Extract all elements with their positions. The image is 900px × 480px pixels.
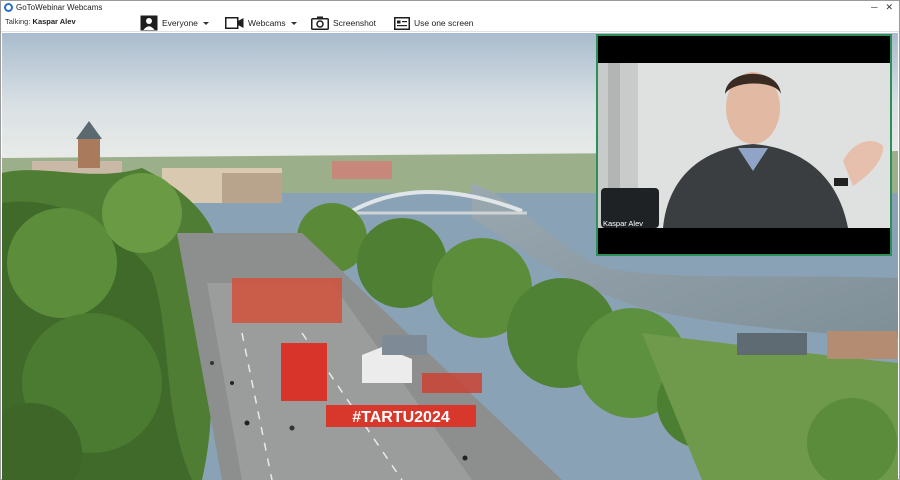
talking-indicator: Talking: Kaspar Alev <box>5 17 76 26</box>
red-container <box>281 343 327 401</box>
talking-name: Kaspar Alev <box>32 17 76 26</box>
banner-text: #TARTU2024 <box>352 409 450 426</box>
window-controls: ─ ✕ <box>871 1 893 14</box>
audience-dropdown[interactable]: Everyone <box>140 14 209 32</box>
presenter-name: Kaspar Alev <box>603 219 644 228</box>
audience-label: Everyone <box>162 18 198 28</box>
webcams-dropdown[interactable]: Webcams <box>225 14 297 32</box>
one-screen-label: Use one screen <box>414 18 474 28</box>
close-icon[interactable]: ✕ <box>885 1 893 14</box>
church-tower <box>78 138 100 168</box>
single-screen-icon <box>394 16 410 30</box>
presenter-webcam[interactable]: Kaspar Alev <box>596 34 892 256</box>
webcam-icon <box>225 17 244 29</box>
title-bar: GoToWebinar Webcams ─ ✕ <box>1 1 899 14</box>
screenshot-label: Screenshot <box>333 18 376 28</box>
gotowebinar-app-icon <box>4 3 13 12</box>
chevron-down-icon <box>202 21 209 25</box>
window-title: GoToWebinar Webcams <box>16 3 103 12</box>
screenshot-button[interactable]: Screenshot <box>311 14 376 32</box>
festival-stage <box>232 278 342 323</box>
toolbar: Talking: Kaspar Alev Everyone Webcams Sc… <box>1 14 899 32</box>
use-one-screen-button[interactable]: Use one screen <box>394 14 474 32</box>
webcams-window: GoToWebinar Webcams ─ ✕ Talking: Kaspar … <box>0 0 900 480</box>
webcams-label: Webcams <box>248 18 286 28</box>
chevron-down-icon <box>290 21 297 25</box>
attendee-icon <box>140 15 158 31</box>
minimize-icon[interactable]: ─ <box>871 1 877 14</box>
talking-label: Talking: <box>5 17 31 26</box>
camera-icon <box>311 16 329 30</box>
